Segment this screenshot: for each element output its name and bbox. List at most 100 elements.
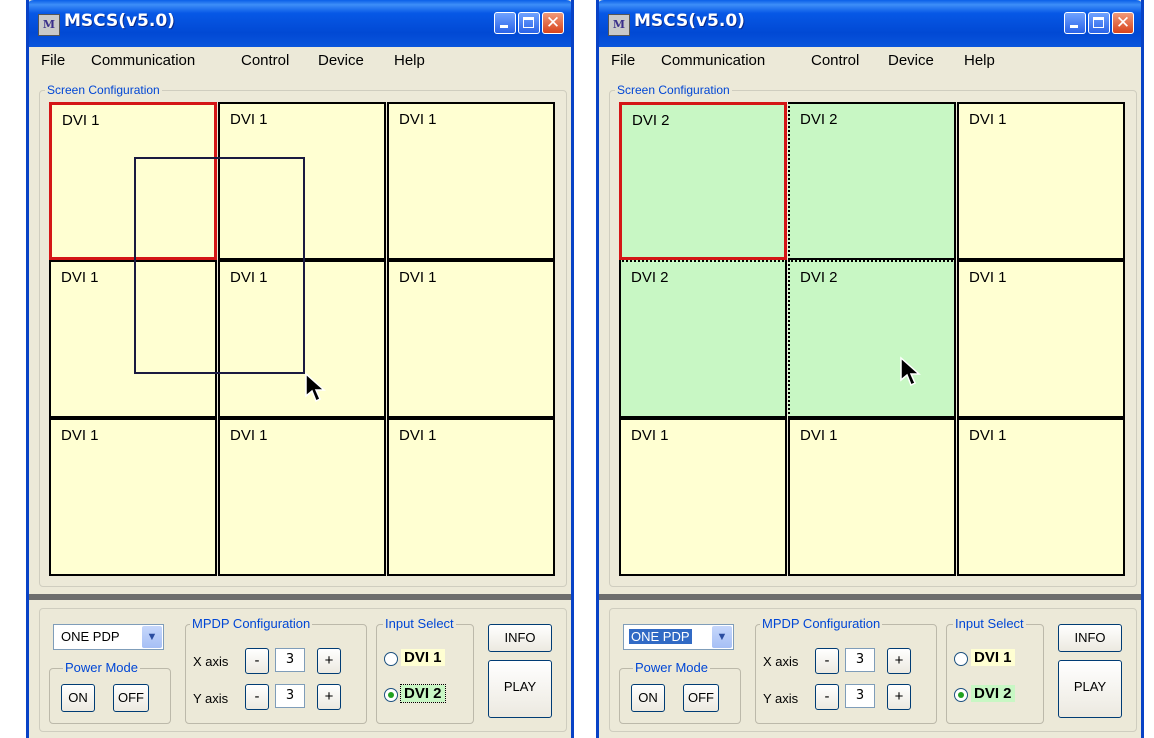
y-axis-decrement-button[interactable]: - — [245, 684, 269, 710]
mscs-window-right: M MSCS(v5.0) ✕ File Communication Contro… — [596, 0, 1144, 738]
control-panel: ONE PDP ▼ Power Mode ON OFF MPDP Configu… — [599, 600, 1141, 738]
mode-select-value: ONE PDP — [61, 629, 120, 644]
y-axis-label: Y axis — [763, 691, 799, 706]
screen-cell[interactable]: DVI 2 — [619, 260, 787, 418]
menu-help[interactable]: Help — [964, 52, 995, 69]
menu-device[interactable]: Device — [318, 52, 364, 69]
screen-cell[interactable]: DVI 1 — [49, 418, 217, 576]
screen-cell[interactable]: DVI 2 — [788, 102, 956, 260]
screen-cell[interactable]: DVI 1 — [387, 418, 555, 576]
title-bar[interactable]: M MSCS(v5.0) ✕ — [599, 0, 1141, 47]
cell-input-label: DVI 1 — [61, 269, 99, 286]
cell-input-label: DVI 1 — [62, 112, 100, 129]
maximize-icon[interactable] — [1088, 12, 1110, 34]
menu-help[interactable]: Help — [394, 52, 425, 69]
maximize-icon[interactable] — [518, 12, 540, 34]
cell-input-label: DVI 2 — [631, 269, 669, 286]
dvi2-radio-label[interactable]: DVI 2 — [400, 684, 446, 703]
screen-configuration-label: Screen Configuration — [615, 83, 732, 97]
info-button[interactable]: INFO — [1058, 624, 1122, 652]
input-select-label: Input Select — [953, 616, 1026, 631]
cell-input-label: DVI 1 — [230, 111, 268, 128]
y-axis-value[interactable]: 3 — [275, 684, 305, 708]
power-on-button[interactable]: ON — [61, 684, 95, 712]
close-icon[interactable]: ✕ — [542, 12, 564, 34]
dvi1-radio-label[interactable]: DVI 1 — [971, 649, 1015, 666]
screen-cell[interactable]: DVI 2 — [619, 102, 787, 260]
play-button[interactable]: PLAY — [488, 660, 552, 718]
power-mode-label: Power Mode — [63, 660, 140, 675]
menu-communication[interactable]: Communication — [91, 52, 195, 69]
screen-cell[interactable]: DVI 1 — [619, 418, 787, 576]
x-axis-value[interactable]: 3 — [275, 648, 305, 672]
info-button[interactable]: INFO — [488, 624, 552, 652]
x-axis-decrement-button[interactable]: - — [245, 648, 269, 674]
x-axis-decrement-button[interactable]: - — [815, 648, 839, 674]
x-axis-label: X axis — [193, 654, 229, 669]
screen-cell[interactable]: DVI 1 — [387, 260, 555, 418]
mode-select[interactable]: ONE PDP ▼ — [623, 624, 734, 650]
dvi1-radio[interactable] — [384, 652, 398, 666]
cell-input-label: DVI 1 — [399, 427, 437, 444]
dvi2-radio-label[interactable]: DVI 2 — [971, 685, 1015, 702]
minimize-icon[interactable] — [1064, 12, 1086, 34]
menu-control[interactable]: Control — [811, 52, 859, 69]
control-panel: ONE PDP ▼ Power Mode ON OFF MPDP Configu… — [29, 600, 571, 738]
mouse-pointer-icon — [305, 372, 326, 403]
input-select-label: Input Select — [383, 616, 456, 631]
input-select-group — [946, 624, 1044, 724]
y-axis-decrement-button[interactable]: - — [815, 684, 839, 710]
screen-cell[interactable]: DVI 1 — [788, 418, 956, 576]
cell-input-label: DVI 2 — [632, 112, 670, 129]
y-axis-label: Y axis — [193, 691, 229, 706]
drag-selection-rectangle — [134, 157, 305, 374]
title-bar[interactable]: M MSCS(v5.0) ✕ — [29, 0, 571, 47]
menu-file[interactable]: File — [41, 52, 65, 69]
screen-cell[interactable]: DVI 2 — [788, 260, 956, 418]
cell-input-label: DVI 1 — [61, 427, 99, 444]
input-select-group — [376, 624, 474, 724]
mpdp-configuration-label: MPDP Configuration — [760, 616, 883, 631]
power-off-button[interactable]: OFF — [113, 684, 149, 712]
dvi2-radio[interactable] — [384, 688, 398, 702]
x-axis-increment-button[interactable]: + — [317, 648, 341, 674]
screen-cell[interactable]: DVI 1 — [387, 102, 555, 260]
dvi2-radio[interactable] — [954, 688, 968, 702]
x-axis-label: X axis — [763, 654, 799, 669]
y-axis-increment-button[interactable]: + — [317, 684, 341, 710]
screen-cell[interactable]: DVI 1 — [957, 260, 1125, 418]
cell-input-label: DVI 1 — [800, 427, 838, 444]
cell-input-label: DVI 1 — [969, 269, 1007, 286]
menu-bar: File Communication Control Device Help — [29, 47, 571, 73]
chevron-down-icon[interactable]: ▼ — [142, 626, 162, 648]
x-axis-value[interactable]: 3 — [845, 648, 875, 672]
menu-device[interactable]: Device — [888, 52, 934, 69]
power-off-button[interactable]: OFF — [683, 684, 719, 712]
y-axis-increment-button[interactable]: + — [887, 684, 911, 710]
screen-cell[interactable]: DVI 1 — [957, 102, 1125, 260]
dvi1-radio-label[interactable]: DVI 1 — [401, 649, 445, 666]
cell-input-label: DVI 1 — [399, 269, 437, 286]
power-on-button[interactable]: ON — [631, 684, 665, 712]
menu-control[interactable]: Control — [241, 52, 289, 69]
screen-cell[interactable]: DVI 1 — [218, 418, 386, 576]
dvi1-radio[interactable] — [954, 652, 968, 666]
mouse-pointer-icon — [900, 356, 921, 387]
x-axis-increment-button[interactable]: + — [887, 648, 911, 674]
close-icon[interactable]: ✕ — [1112, 12, 1134, 34]
y-axis-value[interactable]: 3 — [845, 684, 875, 708]
mode-select-value: ONE PDP — [629, 629, 692, 644]
screen-cell[interactable]: DVI 1 — [957, 418, 1125, 576]
chevron-down-icon[interactable]: ▼ — [712, 626, 732, 648]
cell-input-label: DVI 2 — [800, 111, 838, 128]
menu-bar: File Communication Control Device Help — [599, 47, 1141, 73]
minimize-icon[interactable] — [494, 12, 516, 34]
play-button[interactable]: PLAY — [1058, 660, 1122, 718]
cell-input-label: DVI 1 — [230, 427, 268, 444]
menu-file[interactable]: File — [611, 52, 635, 69]
power-mode-label: Power Mode — [633, 660, 710, 675]
mode-select[interactable]: ONE PDP ▼ — [53, 624, 164, 650]
cell-input-label: DVI 1 — [399, 111, 437, 128]
app-logo-icon: M — [38, 14, 60, 36]
menu-communication[interactable]: Communication — [661, 52, 765, 69]
